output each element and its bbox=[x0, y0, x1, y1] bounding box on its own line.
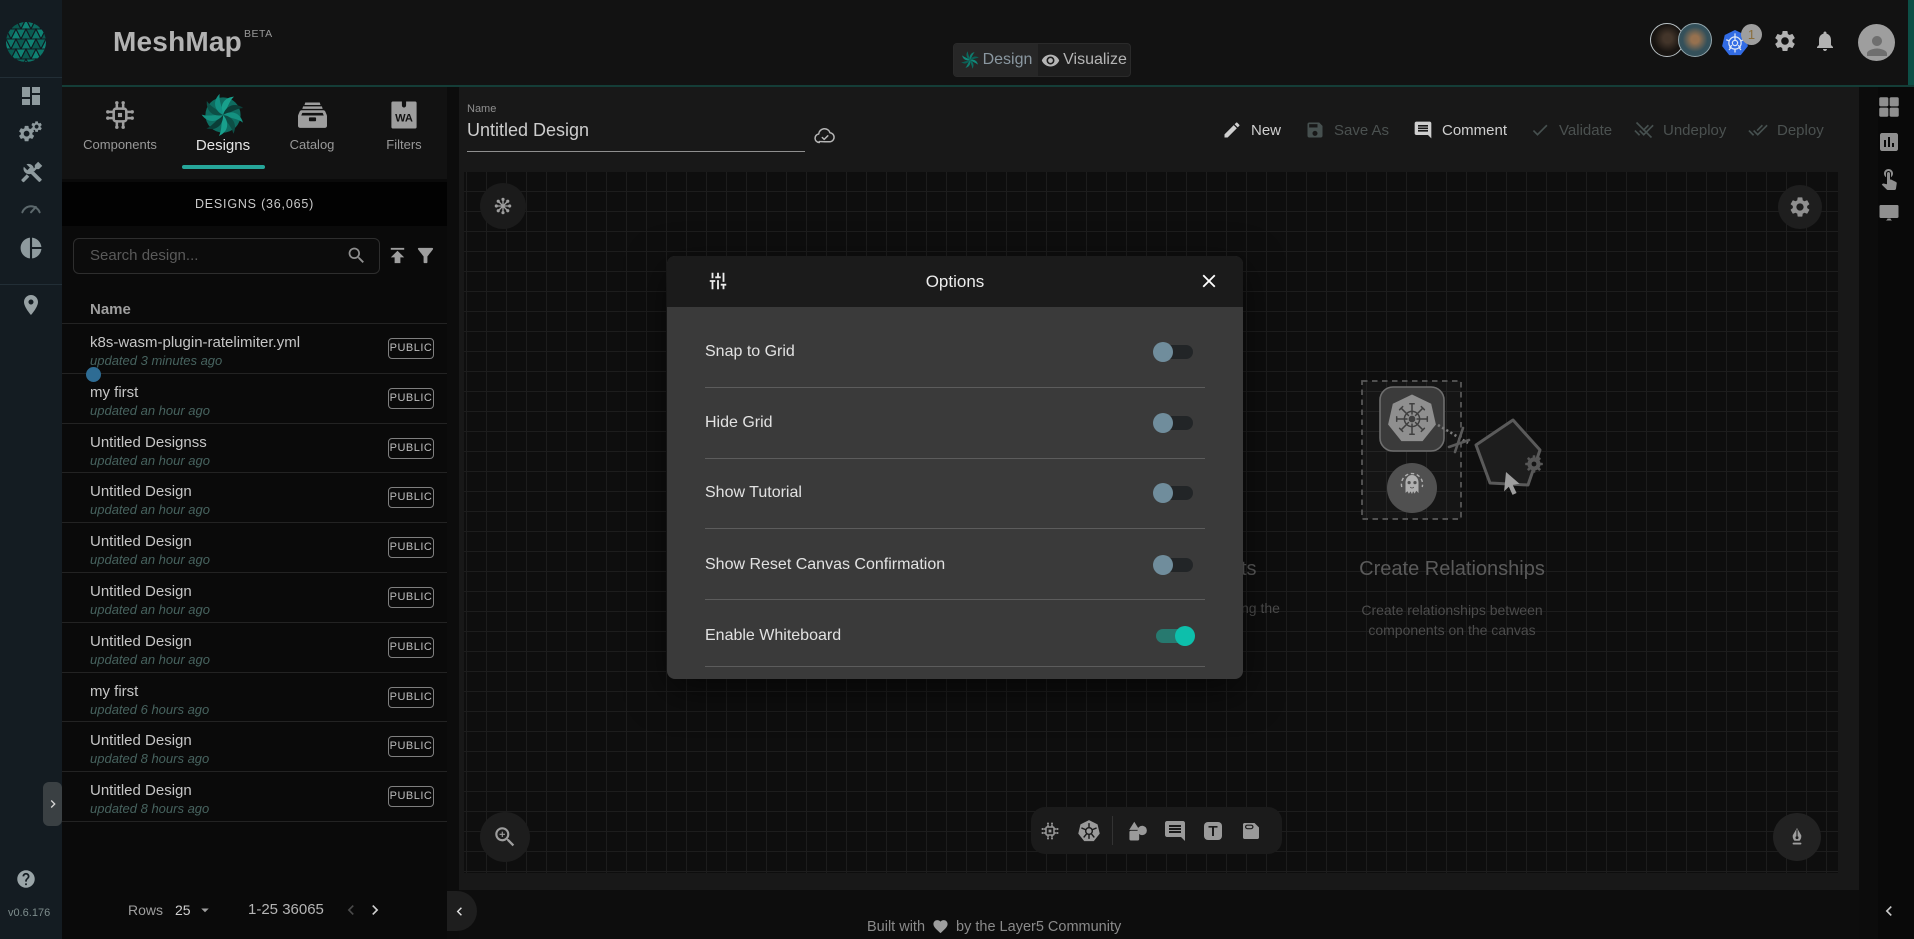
svg-text:WA: WA bbox=[395, 113, 413, 125]
